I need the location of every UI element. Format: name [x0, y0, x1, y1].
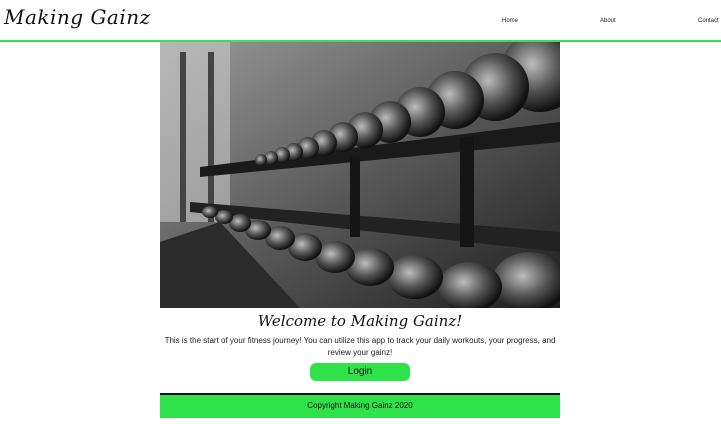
page: Making Gainz Home About Contact Welcome …: [0, 0, 721, 424]
site-header: Making Gainz Home About Contact: [0, 0, 721, 42]
hero-image: [160, 42, 560, 308]
nav-about-link[interactable]: About: [600, 18, 616, 24]
intro-text: This is the start of your fitness journe…: [164, 336, 556, 357]
login-button[interactable]: Login: [310, 363, 410, 381]
dumbbell-rack-illustration: [160, 42, 560, 308]
nav-contact-link[interactable]: Contact: [698, 18, 719, 24]
welcome-heading: Welcome to Making Gainz!: [257, 312, 463, 330]
site-logo[interactable]: Making Gainz: [4, 5, 151, 29]
nav-home-link[interactable]: Home: [502, 18, 518, 24]
site-footer: Copyright Making Gainz 2020: [160, 393, 560, 418]
